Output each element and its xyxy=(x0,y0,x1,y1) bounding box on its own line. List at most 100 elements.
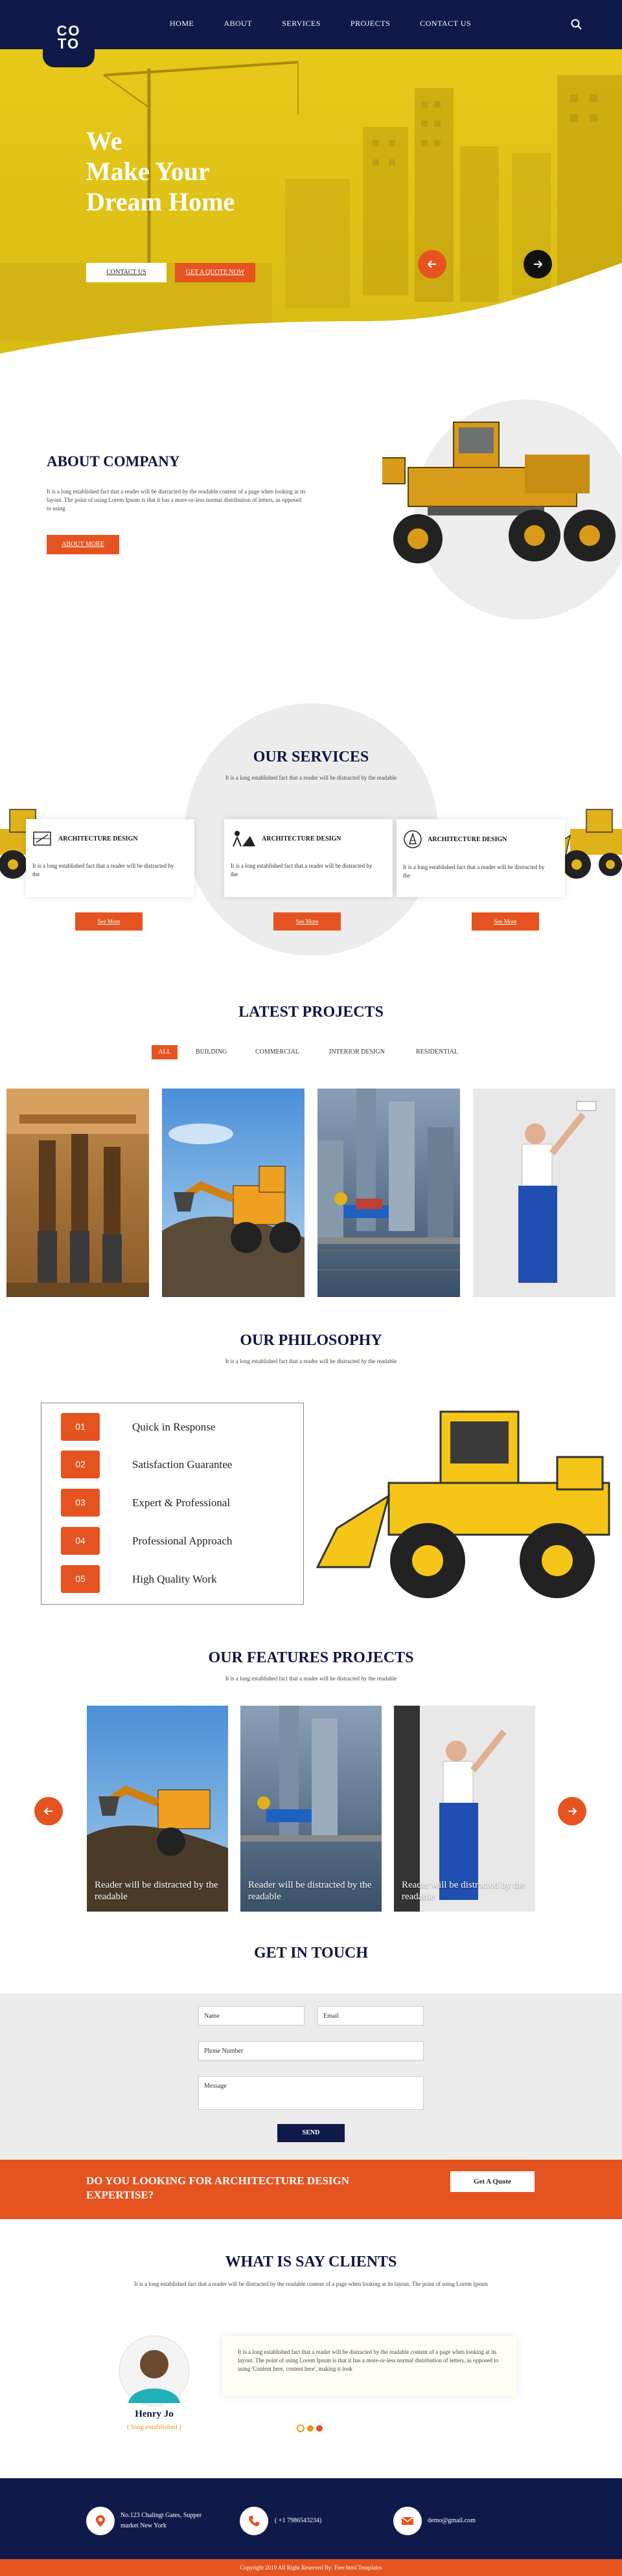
footer-address-line: No.123 Chalingt Gates, Supper xyxy=(121,2512,202,2519)
feature-card[interactable]: Reader will be distracted by the readabl… xyxy=(240,1706,382,1912)
footer-phone[interactable]: ( +1 7986543234) xyxy=(275,2516,321,2526)
philosophy-item: Quick in Response xyxy=(132,1421,216,1433)
arrow-right-icon xyxy=(534,260,542,268)
filter-building[interactable]: BUILDING xyxy=(196,1045,227,1059)
philosophy-item: Professional Approach xyxy=(132,1535,233,1547)
get-a-quote-button[interactable]: Get A Quote xyxy=(450,2171,535,2192)
feature-card[interactable]: Reader will be distracted by the readabl… xyxy=(394,1706,535,1912)
service-card-title: ARCHITECTURE DESIGN xyxy=(428,835,507,843)
filter-all[interactable]: ALL xyxy=(152,1045,178,1059)
get-quote-button[interactable]: GET A QUOTE NOW xyxy=(175,263,255,282)
copyright: Copyright 2019 All Right Reserved By: Fr… xyxy=(0,2559,622,2576)
filter-interior-design[interactable]: INTERIOR DESIGN xyxy=(329,1045,385,1059)
message-field[interactable]: Message xyxy=(198,2076,424,2110)
arrow-left-icon xyxy=(428,260,436,268)
project-photo-painter[interactable] xyxy=(473,1089,616,1297)
filter-residential[interactable]: RESIDENTIAL xyxy=(416,1045,458,1059)
service-card-text: It is a long established fact that a rea… xyxy=(403,864,545,879)
search-icon[interactable] xyxy=(570,18,583,31)
nav-projects[interactable]: PROJECTS xyxy=(351,19,390,28)
project-photo-excavator[interactable] xyxy=(162,1089,305,1297)
hero-prev-button[interactable] xyxy=(418,250,446,278)
client-avatar xyxy=(119,2335,190,2406)
philosophy-number: 03 xyxy=(61,1489,100,1517)
contact-title: GET IN TOUCH xyxy=(253,1945,369,1961)
site-footer: No.123 Chalingt Gates, Supper market New… xyxy=(0,2478,622,2576)
about-text: It is a long established fact that a rea… xyxy=(47,488,306,512)
nav-home[interactable]: HOME xyxy=(170,19,194,28)
cta-text-line: EXPERTISE? xyxy=(86,2189,154,2201)
nav-about[interactable]: ABOUT xyxy=(224,19,252,28)
services-subtitle: It is a long established fact that a rea… xyxy=(225,774,397,781)
service-card-title: ARCHITECTURE DESIGN xyxy=(58,835,138,842)
blueprint-icon xyxy=(33,831,51,846)
email-field[interactable]: Email xyxy=(317,2006,424,2026)
service-card: ARCHITECTURE DESIGN It is a long establi… xyxy=(397,819,565,897)
carousel-dot[interactable] xyxy=(316,2425,323,2432)
contact-us-button[interactable]: CONTACT US xyxy=(86,263,167,282)
arrow-left-icon xyxy=(44,1807,52,1815)
service-card: ARCHITECTURE DESIGN It is a long establi… xyxy=(224,819,393,897)
phone-field[interactable]: Phone Number xyxy=(198,2041,424,2061)
hero-title: We Make Your Dream Home xyxy=(86,126,332,217)
footer-email[interactable]: demo@gmail.com xyxy=(428,2516,476,2526)
philosophy-item: Satisfaction Guarantee xyxy=(132,1458,233,1471)
about-more-button[interactable]: ABOUT MORE xyxy=(47,535,119,554)
client-role: ( long established ) xyxy=(126,2423,181,2431)
feature-caption: Reader will be distracted by the readabl… xyxy=(402,1880,525,1902)
about-grader-image xyxy=(382,400,622,620)
cone-icon xyxy=(404,830,422,848)
workers-illustration xyxy=(6,1089,149,1297)
filter-commercial[interactable]: COMMERCIAL xyxy=(255,1045,299,1059)
carousel-dot[interactable] xyxy=(307,2425,314,2432)
carousel-dot-active[interactable] xyxy=(297,2424,305,2432)
philosophy-item: High Quality Work xyxy=(132,1573,217,1585)
arrow-right-icon xyxy=(568,1807,577,1815)
philosophy-item: Expert & Professional xyxy=(132,1497,231,1509)
service-see-more-button[interactable]: See More xyxy=(472,912,539,931)
location-icon xyxy=(86,2507,115,2535)
carousel-dots xyxy=(297,2424,323,2432)
excavator-illustration xyxy=(162,1124,305,1297)
service-card-title: ARCHITECTURE DESIGN xyxy=(262,835,341,842)
features-subtitle: It is a long established fact that a rea… xyxy=(225,1675,397,1682)
hero-title-line: We xyxy=(86,126,122,155)
nav-contact[interactable]: CONTACT US xyxy=(420,19,471,28)
footer-address: No.123 Chalingt Gates, Supper market New… xyxy=(121,2511,202,2531)
features-prev-button[interactable] xyxy=(34,1797,63,1825)
site-logo[interactable]: CO TO xyxy=(43,0,95,67)
nav-services[interactable]: SERVICES xyxy=(282,19,321,28)
hero-next-button[interactable] xyxy=(524,250,552,278)
cta-banner: DO YOU LOOKING FOR ARCHITECTURE DESIGN E… xyxy=(0,2160,622,2219)
features-next-button[interactable] xyxy=(558,1797,586,1825)
philosophy-number: 01 xyxy=(61,1413,100,1441)
name-field[interactable]: Name xyxy=(198,2006,305,2026)
phone-icon xyxy=(240,2507,268,2535)
hero-title-line: Make Your xyxy=(86,157,210,186)
project-photo-skyscraper[interactable] xyxy=(317,1089,460,1297)
feature-card[interactable]: Reader will be distracted by the readabl… xyxy=(87,1706,228,1912)
worker-icon xyxy=(233,831,255,847)
loader-image xyxy=(316,1410,610,1598)
feature-caption: Reader will be distracted by the readabl… xyxy=(248,1880,372,1902)
philosophy-number: 02 xyxy=(61,1451,100,1478)
service-see-more-button[interactable]: See More xyxy=(75,912,143,931)
philosophy-list: 01 Quick in Response 02 Satisfaction Gua… xyxy=(41,1403,304,1605)
service-card-text: It is a long established fact that a rea… xyxy=(231,863,373,877)
project-photo-workers[interactable] xyxy=(6,1089,149,1297)
service-card: ARCHITECTURE DESIGN It is a long establi… xyxy=(26,819,194,897)
hero-title-line: Dream Home xyxy=(86,187,235,216)
client-quote: It is a long established fact that a rea… xyxy=(222,2336,516,2396)
send-button[interactable]: SEND xyxy=(277,2124,345,2142)
about-title: ABOUT COMPANY xyxy=(47,453,180,469)
clients-title: WHAT IS SAY CLIENTS xyxy=(225,2254,397,2270)
skyscraper-illustration xyxy=(317,1089,460,1271)
client-name: Henry Jo xyxy=(135,2409,174,2419)
cta-text-line: DO YOU LOOKING FOR ARCHITECTURE DESIGN xyxy=(86,2175,350,2187)
philosophy-title: OUR PHILOSOPHY xyxy=(240,1332,382,1349)
philosophy-number: 05 xyxy=(61,1565,100,1593)
main-nav: HOME ABOUT SERVICES PROJECTS CONTACT US xyxy=(170,19,501,28)
philosophy-number: 04 xyxy=(61,1527,100,1555)
feature-caption: Reader will be distracted by the readabl… xyxy=(95,1880,218,1902)
service-see-more-button[interactable]: See More xyxy=(273,912,341,931)
